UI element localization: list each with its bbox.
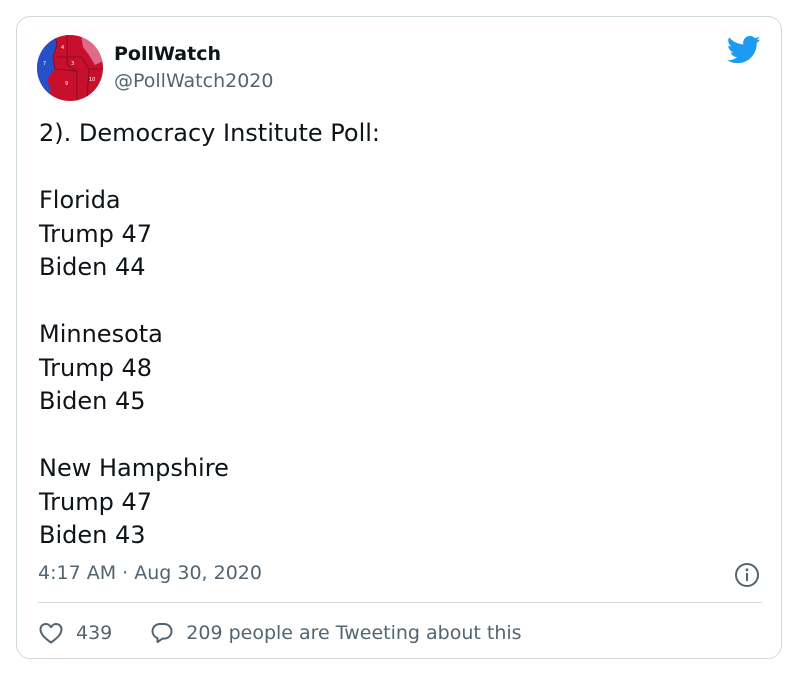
tweet-line	[39, 285, 759, 319]
speech-bubble-icon	[151, 623, 173, 643]
tweet-line: Biden 43	[39, 521, 146, 549]
tweet-line: 2). Democracy Institute Poll:	[39, 119, 381, 147]
tweet-timestamp[interactable]: 4:17 AM · Aug 30, 2020	[38, 562, 262, 584]
svg-text:7: 7	[43, 61, 46, 67]
tweeting-about-button[interactable]: 209 people are Tweeting about this	[150, 621, 522, 645]
tweet-line: Trump 47	[39, 219, 152, 248]
svg-text:4: 4	[61, 45, 64, 51]
tweet-actions: 439 209 people are Tweeting about this	[38, 620, 522, 646]
tweet-line: Minnesota	[39, 320, 163, 348]
tweet-line: New Hampshire	[39, 454, 229, 482]
avatar[interactable]: 4 3 9 10 7	[37, 35, 103, 101]
tweet-line: Biden 44	[39, 253, 146, 281]
heart-icon	[39, 623, 63, 644]
tweet-text: 2). Democracy Institute Poll: Florida Tr…	[39, 117, 759, 553]
twitter-bird-icon[interactable]	[727, 35, 761, 65]
author-handle[interactable]: @PollWatch2020	[114, 70, 273, 92]
tweet-line: Trump 47	[39, 487, 152, 516]
tweet-line	[39, 151, 759, 185]
tweet-line: Trump 48	[39, 353, 152, 382]
author-name[interactable]: PollWatch	[114, 43, 221, 65]
avatar-map-image: 4 3 9 10 7	[37, 35, 103, 101]
tweet-line: Florida	[39, 186, 121, 214]
svg-text:10: 10	[89, 77, 95, 83]
tweet-card[interactable]: 4 3 9 10 7 PollWatch @PollWatch2020 2). …	[16, 16, 782, 659]
divider	[38, 602, 762, 603]
info-icon[interactable]	[734, 562, 760, 588]
tweet-line	[39, 419, 759, 453]
tweeting-about-label: 209 people are Tweeting about this	[186, 622, 522, 644]
svg-text:3: 3	[71, 61, 74, 67]
like-button[interactable]: 439	[38, 621, 112, 645]
svg-text:9: 9	[65, 81, 68, 87]
tweet-line: Biden 45	[39, 387, 146, 415]
like-count: 439	[76, 622, 113, 644]
